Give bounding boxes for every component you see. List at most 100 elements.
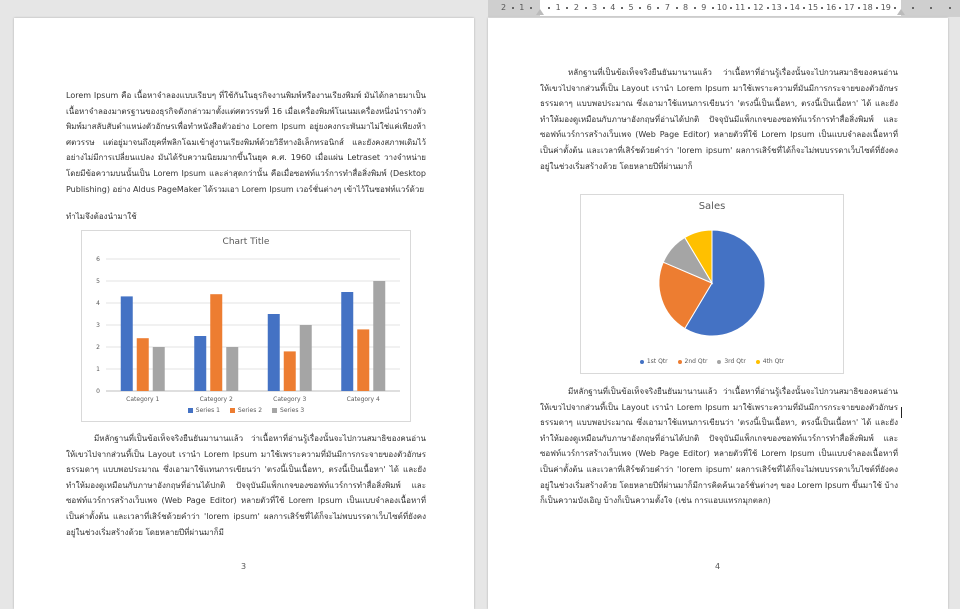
ruler-label: 1 <box>519 3 525 12</box>
x-tick-label: Category 2 <box>200 396 233 403</box>
page-4[interactable]: หลักฐานที่เป็นข้อเท็จจริงยืนยันมานานแล้ว… <box>488 18 948 609</box>
ruler-tick <box>748 7 751 9</box>
pie-chart-legend: 1st Qtr 2nd Qtr 3rd Qtr 4th Qtr <box>581 358 843 365</box>
right-indent-marker[interactable] <box>897 9 905 15</box>
ruler-tick <box>584 7 587 9</box>
bar <box>299 325 312 391</box>
legend-swatch-series-3 <box>272 408 278 413</box>
legend-label-2nd-qtr: 2nd Qtr <box>684 358 708 365</box>
ruler-tick <box>529 7 532 9</box>
bar <box>120 296 133 391</box>
ruler-tick <box>639 7 642 9</box>
ruler-label: 9 <box>701 3 707 12</box>
x-tick-label: Category 4 <box>347 396 380 403</box>
legend-swatch-series-1 <box>187 408 193 413</box>
legend-label-series-2: Series 2 <box>237 407 263 414</box>
legend-series-1: Series 1 <box>187 407 220 414</box>
ruler-tick <box>839 7 842 9</box>
pie-chart[interactable]: Sales 1st Qtr 2nd Qtr 3rd Qtr 4th Qtr <box>580 194 844 374</box>
ruler-label: 12 <box>753 3 764 12</box>
bar <box>136 338 149 391</box>
legend-3rd-qtr: 3rd Qtr <box>717 358 746 365</box>
bar <box>267 314 280 391</box>
legend-dot-4th-qtr <box>755 359 760 364</box>
legend-dot-1st-qtr <box>639 359 644 364</box>
ruler-tick <box>784 7 787 9</box>
bar <box>194 336 207 391</box>
ruler-tick <box>657 7 660 9</box>
bar-chart-plot: 0 1 2 3 4 5 6 Category 1 Category 2 Category 3 Cat… <box>96 256 400 403</box>
left-paragraph-2[interactable]: มีหลักฐานที่เป็นข้อเท็จจริงยืนยันมานานแล… <box>66 431 426 540</box>
legend-dot-3rd-qtr <box>717 359 722 364</box>
ruler-label: 4 <box>610 3 616 12</box>
ruler-tick <box>620 7 623 9</box>
right-paragraph-2[interactable]: มีหลักฐานที่เป็นข้อเท็จจริงยืนยันมานานแล… <box>540 384 898 509</box>
bar <box>210 294 223 391</box>
ruler-label: 1 <box>555 3 561 12</box>
left-section-heading[interactable]: ทำไมจึงต้องนำมาใช้ <box>66 210 137 223</box>
ruler-label: 2 <box>573 3 579 12</box>
legend-label-series-3: Series 3 <box>280 407 305 414</box>
ruler-tick <box>548 7 551 9</box>
ruler-label: 19 <box>880 3 891 12</box>
legend-1st-qtr: 1st Qtr <box>639 358 668 365</box>
legend-2nd-qtr: 2nd Qtr <box>677 358 708 365</box>
legend-label-series-1: Series 1 <box>195 407 220 414</box>
ruler-label: 13 <box>771 3 782 12</box>
bar-chart[interactable]: Chart Title 0 1 2 3 4 5 6 Category 1 Category 2C… <box>81 230 411 422</box>
legend-series-2: Series 2 <box>229 407 263 414</box>
pie-chart-plot <box>658 229 766 337</box>
horizontal-ruler[interactable]: 2 1 1 2 3 4 5 6 7 8 9 10 11 12 13 14 15 16 17 18 19 <box>488 0 960 17</box>
ruler-label: 8 <box>683 3 689 12</box>
ruler-label: 11 <box>735 3 746 12</box>
ruler-label: 14 <box>789 3 800 12</box>
left-paragraph-1[interactable]: Lorem Ipsum คือ เนื้อหาจำลองแบบเรียบๆ ที… <box>66 88 426 197</box>
ruler-tick <box>693 7 696 9</box>
page-3[interactable]: Lorem Ipsum คือ เนื้อหาจำลองแบบเรียบๆ ที… <box>14 18 474 609</box>
ruler-tick <box>821 7 824 9</box>
x-tick-label: Category 1 <box>126 396 159 403</box>
ruler-label: 10 <box>716 3 728 12</box>
ruler-label: 2 <box>501 3 507 12</box>
ruler-tick <box>711 7 714 9</box>
ruler-label: 7 <box>664 3 670 12</box>
ruler-tick <box>948 7 951 9</box>
bar <box>283 351 296 391</box>
ruler-tick <box>857 7 860 9</box>
y-tick-label: 6 <box>96 256 100 263</box>
ruler-label: 15 <box>807 3 819 12</box>
page-number: 3 <box>241 562 247 571</box>
ruler-tick <box>511 7 514 9</box>
y-tick-label: 4 <box>96 300 100 307</box>
x-tick-label: Category 3 <box>273 396 306 403</box>
bar <box>226 347 239 391</box>
ruler-tick <box>912 7 915 9</box>
legend-swatch-series-2 <box>229 408 235 413</box>
right-paragraph-1[interactable]: หลักฐานที่เป็นข้อเท็จจริงยืนยันมานานแล้ว… <box>540 65 898 174</box>
ruler-label: 5 <box>628 3 634 12</box>
ruler-left-margin <box>488 0 540 16</box>
ruler-tick <box>566 7 569 9</box>
bar <box>357 329 370 391</box>
ruler-tick <box>893 7 896 9</box>
y-tick-label: 1 <box>96 366 100 373</box>
legend-4th-qtr: 4th Qtr <box>755 358 785 365</box>
bar <box>152 347 165 391</box>
ruler-label: 6 <box>646 3 652 12</box>
text-cursor <box>901 407 902 418</box>
left-indent-marker[interactable] <box>536 9 544 15</box>
ruler-tick <box>875 7 878 9</box>
legend-label-3rd-qtr: 3rd Qtr <box>724 358 746 365</box>
ruler-tick <box>675 7 678 9</box>
legend-label-4th-qtr: 4th Qtr <box>762 358 785 365</box>
ruler-tick <box>730 7 733 9</box>
bar-chart-legend: Series 1 Series 2 Series 3 <box>82 407 410 414</box>
ruler-tick <box>930 7 933 9</box>
bar <box>373 281 386 391</box>
ruler-label: 18 <box>862 3 873 12</box>
ruler-label: 16 <box>826 3 837 12</box>
y-tick-label: 0 <box>96 388 100 395</box>
ruler-tick <box>766 7 769 9</box>
y-tick-label: 3 <box>96 322 100 329</box>
legend-label-1st-qtr: 1st Qtr <box>646 358 668 365</box>
